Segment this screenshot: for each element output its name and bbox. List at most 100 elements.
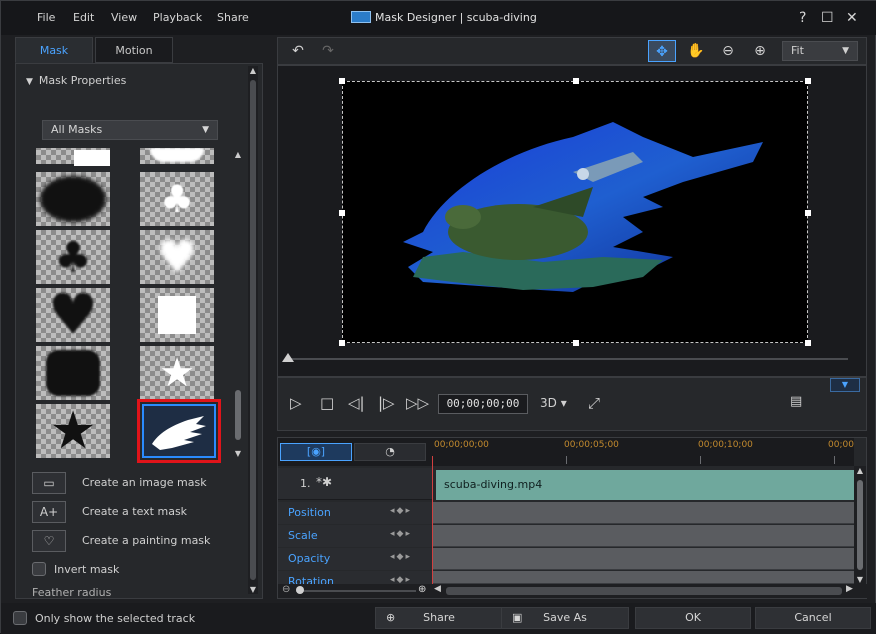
collapse-panel-button[interactable]: ▼ <box>830 378 860 392</box>
timeline-ruler[interactable]: 00;00;00;00 00;00;05;00 00;00;10;00 00;0… <box>432 438 854 466</box>
resize-handle-tl[interactable] <box>339 78 345 84</box>
track-header[interactable]: 1. *✱ <box>278 468 432 500</box>
resize-handle-l[interactable] <box>339 210 345 216</box>
resize-handle-bl[interactable] <box>339 340 345 346</box>
mask-thumb-heart-white[interactable]: ♥ <box>140 230 214 284</box>
preview-canvas[interactable] <box>339 78 811 346</box>
previous-frame-icon[interactable]: ◁| <box>348 394 365 412</box>
create-image-mask-button[interactable]: ▭ Create an image mask <box>32 472 252 496</box>
keyframe-nav-icon[interactable]: ◂◆▸ <box>390 529 412 539</box>
hscroll-right-icon[interactable]: ▶ <box>846 584 853 594</box>
next-frame-icon[interactable]: |▷ <box>378 394 395 412</box>
fullscreen-icon[interactable]: ⤢ <box>588 394 600 412</box>
gallery-scroll-up-icon[interactable]: ▲ <box>232 150 244 159</box>
zoom-in-icon[interactable]: ⊕ <box>746 40 774 62</box>
mask-thumb-oval[interactable] <box>36 172 110 226</box>
prop-scale-track[interactable] <box>432 525 854 547</box>
timeline-playhead[interactable] <box>432 456 433 586</box>
preview-seek-track[interactable] <box>288 358 848 360</box>
menu-file[interactable]: File <box>37 11 55 24</box>
ok-button[interactable]: OK <box>635 607 751 629</box>
gallery-scroll-thumb[interactable] <box>235 390 241 440</box>
zoom-out-icon[interactable]: ⊖ <box>714 40 742 62</box>
mask-thumb-star-white[interactable]: ★ <box>140 346 214 400</box>
hand-pan-icon[interactable]: ✋ <box>682 40 710 62</box>
mask-thumb-rounded-square[interactable] <box>36 346 110 400</box>
mask-thumb-bar[interactable] <box>36 148 110 166</box>
resize-handle-tr[interactable] <box>805 78 811 84</box>
chevron-down-icon: ▼ <box>202 125 209 135</box>
mask-thumb-brush-selected[interactable] <box>137 399 221 463</box>
prop-scale[interactable]: Scale ◂◆▸ <box>278 525 432 547</box>
resize-handle-r[interactable] <box>805 210 811 216</box>
cancel-button[interactable]: Cancel <box>755 607 871 629</box>
timecode-display[interactable]: 00;00;00;00 <box>438 394 528 414</box>
gallery-scroll-down-icon[interactable]: ▼ <box>232 449 244 458</box>
tab-motion[interactable]: Motion <box>95 37 173 63</box>
mask-filter-dropdown[interactable]: All Masks ▼ <box>42 120 218 140</box>
safe-zone-icon[interactable]: ▤ <box>790 394 802 409</box>
mask-thumb-square[interactable] <box>140 288 214 342</box>
mask-properties-header[interactable]: ▼ Mask Properties <box>26 74 126 87</box>
timeline-scroll-down-icon[interactable]: ▼ <box>854 575 866 584</box>
invert-mask-checkbox[interactable]: Invert mask <box>32 562 192 576</box>
timeline-mode-clock-icon[interactable]: ◔ <box>354 443 426 461</box>
play-icon[interactable]: ▷ <box>290 394 302 412</box>
preview-seek-thumb[interactable] <box>282 353 294 362</box>
help-button[interactable]: ? <box>799 10 806 26</box>
gallery-scrollbar[interactable]: ▲ ▼ <box>232 150 244 458</box>
prop-rotation-track[interactable] <box>432 571 854 584</box>
3d-mode-button[interactable]: 3D ▾ <box>540 396 567 410</box>
scroll-up-icon[interactable]: ▲ <box>248 66 258 75</box>
maximize-button[interactable]: ☐ <box>821 10 834 26</box>
prop-opacity-track[interactable] <box>432 548 854 570</box>
mask-thumb-cloud[interactable] <box>140 148 214 164</box>
stop-icon[interactable]: □ <box>320 394 334 412</box>
resize-handle-t[interactable] <box>573 78 579 84</box>
select-move-icon[interactable]: ✥ <box>648 40 676 62</box>
undo-icon[interactable]: ↶ <box>284 40 312 62</box>
timeline-vscroll-thumb[interactable] <box>857 480 863 570</box>
zoom-out-timeline-icon[interactable]: ⊖ <box>282 584 290 595</box>
prop-position-label: Position <box>288 506 331 519</box>
resize-handle-b[interactable] <box>573 340 579 346</box>
resize-handle-br[interactable] <box>805 340 811 346</box>
video-clip[interactable]: scuba-diving.mp4 <box>436 470 854 500</box>
menu-edit[interactable]: Edit <box>73 11 94 24</box>
create-text-mask-button[interactable]: A+ Create a text mask <box>32 501 252 525</box>
prop-position[interactable]: Position ◂◆▸ <box>278 502 432 524</box>
prop-position-track[interactable] <box>432 502 854 524</box>
keyframe-nav-icon[interactable]: ◂◆▸ <box>390 552 412 562</box>
mask-thumb-star-dark[interactable]: ★ <box>36 401 110 461</box>
fit-chevron-down-icon: ▼ <box>842 46 849 56</box>
menu-view[interactable]: View <box>111 11 137 24</box>
timeline-scroll-up-icon[interactable]: ▲ <box>854 466 866 475</box>
keyframe-nav-icon[interactable]: ◂◆▸ <box>390 575 412 584</box>
hscroll-left-icon[interactable]: ◀ <box>434 584 441 594</box>
zoom-fit-dropdown[interactable]: Fit ▼ <box>782 41 858 61</box>
timeline-zoom-track[interactable] <box>296 590 416 592</box>
mask-thumb-heart-dark[interactable]: ♥ <box>36 283 110 348</box>
timeline-mode-keyframe[interactable]: [◉] <box>280 443 352 461</box>
mask-thumb-clover-white[interactable]: ♣ <box>140 172 214 226</box>
save-as-button[interactable]: ▣ Save As <box>501 607 629 629</box>
menu-playback[interactable]: Playback <box>153 11 202 24</box>
timeline-vscrollbar[interactable]: ▲ ▼ <box>854 466 866 584</box>
tab-mask[interactable]: Mask <box>15 37 93 63</box>
scroll-down-icon[interactable]: ▼ <box>248 585 258 594</box>
share-button[interactable]: ⊕ Share <box>375 607 503 629</box>
mask-thumb-clover-dark[interactable]: ♣ <box>36 230 110 284</box>
redo-icon[interactable]: ↷ <box>314 40 342 62</box>
prop-rotation[interactable]: Rotation ◂◆▸ <box>278 571 432 584</box>
only-selected-track-checkbox[interactable]: Only show the selected track <box>13 611 195 625</box>
close-button[interactable]: ✕ <box>846 10 858 26</box>
zoom-in-timeline-icon[interactable]: ⊕ <box>418 584 426 595</box>
keyframe-nav-icon[interactable]: ◂◆▸ <box>390 506 412 516</box>
timeline-zoom-thumb[interactable] <box>296 586 304 594</box>
create-painting-mask-button[interactable]: ♡ Create a painting mask <box>32 530 252 554</box>
timeline-hscroll-thumb[interactable] <box>446 587 842 595</box>
prop-opacity[interactable]: Opacity ◂◆▸ <box>278 548 432 570</box>
fast-forward-icon[interactable]: ▷▷ <box>406 394 429 412</box>
menu-share[interactable]: Share <box>217 11 249 24</box>
clover-dark-icon: ♣ <box>54 232 92 282</box>
